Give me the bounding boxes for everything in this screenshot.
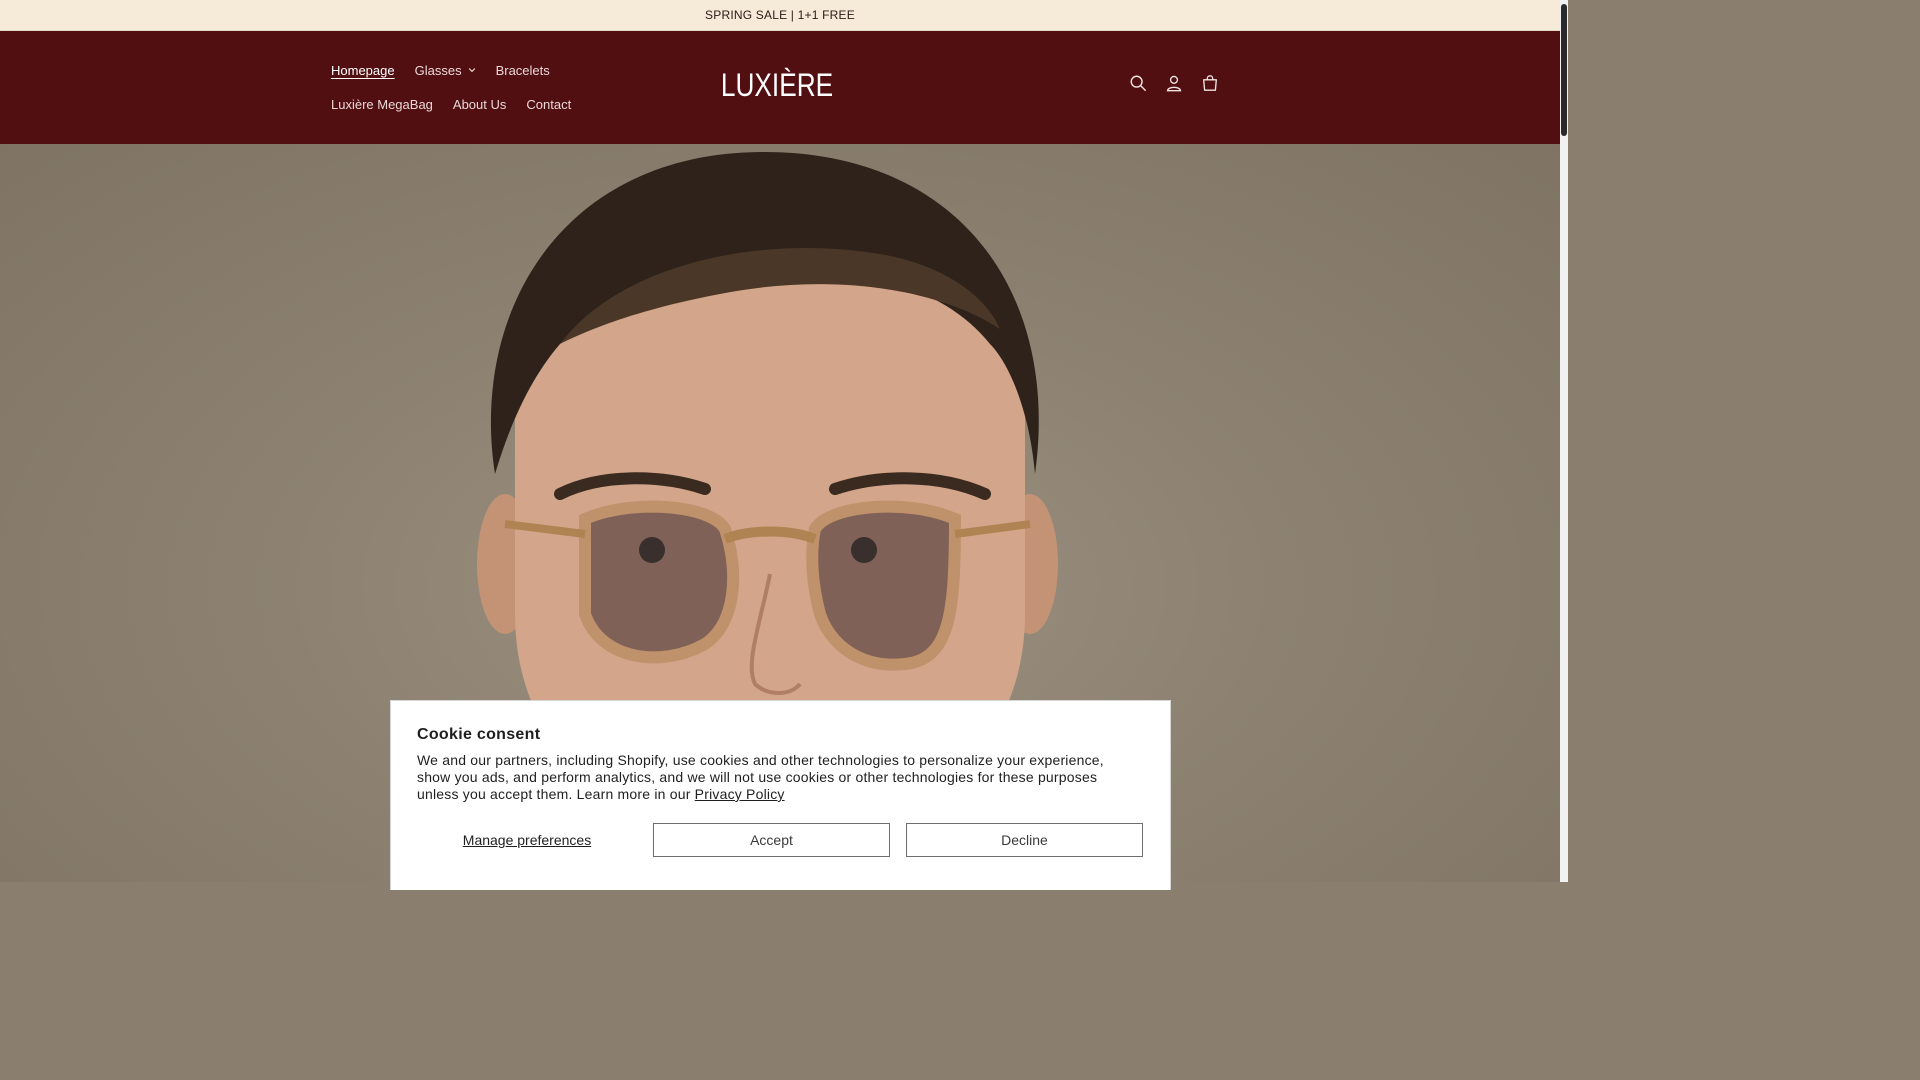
brand-logo[interactable]: LUXIÈRE	[721, 65, 833, 105]
nav-item-about[interactable]: About Us	[443, 97, 516, 112]
search-icon	[1130, 75, 1146, 91]
nav-item-glasses[interactable]: Glasses	[405, 63, 486, 78]
search-button[interactable]	[1124, 69, 1152, 97]
manage-preferences-button[interactable]: Manage preferences	[417, 823, 637, 857]
nav-item-bracelets[interactable]: Bracelets	[486, 63, 560, 78]
account-button[interactable]	[1160, 69, 1188, 97]
header-icons	[1124, 69, 1224, 97]
account-icon	[1166, 75, 1182, 92]
announcement-bar: SPRING SALE | 1+1 FREE	[0, 0, 1560, 31]
site-header: Homepage Glasses Bracelets Luxière MegaB…	[0, 31, 1560, 144]
scrollbar[interactable]	[1560, 0, 1568, 882]
cookie-consent-banner: Cookie consent We and our partners, incl…	[390, 700, 1171, 890]
announcement-text: SPRING SALE | 1+1 FREE	[705, 8, 855, 22]
nav-item-glasses-label: Glasses	[414, 62, 462, 78]
cookie-actions: Manage preferences Accept Decline	[417, 823, 1143, 857]
nav-item-megabag[interactable]: Luxière MegaBag	[321, 97, 443, 112]
decline-button[interactable]: Decline	[906, 823, 1143, 857]
main-nav: Homepage Glasses Bracelets Luxière MegaB…	[321, 53, 621, 121]
nav-row: Luxière MegaBag About Us Contact	[321, 87, 621, 121]
accept-button[interactable]: Accept	[653, 823, 890, 857]
privacy-policy-link[interactable]: Privacy Policy	[695, 786, 785, 802]
cookie-title: Cookie consent	[417, 726, 541, 743]
cookie-description: We and our partners, including Shopify, …	[417, 752, 1139, 803]
chevron-down-icon	[468, 68, 475, 73]
nav-row: Homepage Glasses Bracelets	[321, 53, 621, 87]
nav-item-contact[interactable]: Contact	[516, 97, 581, 112]
nav-item-homepage[interactable]: Homepage	[321, 63, 405, 78]
cart-button[interactable]	[1196, 69, 1224, 97]
cart-icon	[1203, 75, 1217, 91]
brand-logo-text: LUXIÈRE	[720, 66, 834, 103]
scrollbar-thumb[interactable]	[1561, 4, 1567, 136]
